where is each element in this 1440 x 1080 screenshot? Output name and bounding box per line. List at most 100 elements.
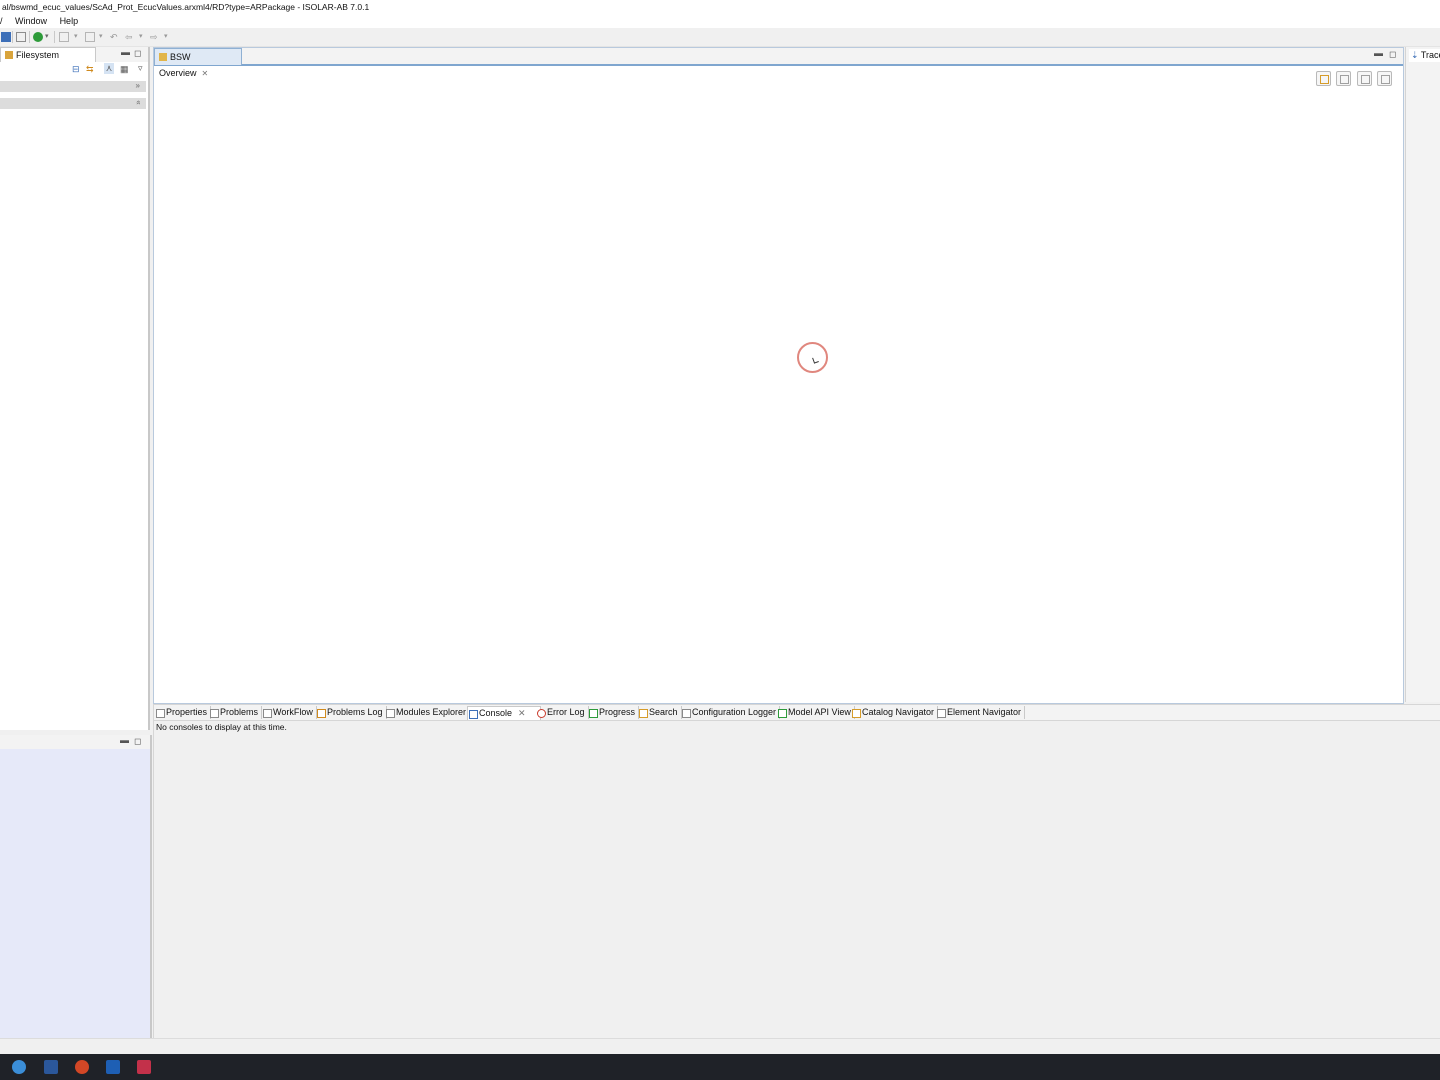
tab-model-api-view[interactable]: Model API View xyxy=(777,706,855,719)
tab-error-log[interactable]: Error Log xyxy=(536,706,589,719)
tab-modules-explorer[interactable]: Modules Explorer xyxy=(385,706,471,719)
right-panel: ⇣ Trace xyxy=(1405,47,1440,702)
maximize-icon[interactable]: ◻ xyxy=(1389,49,1396,60)
tab-element-navigator[interactable]: Element Navigator xyxy=(936,706,1026,719)
tab-label: WorkFlow xyxy=(273,707,313,717)
expand-icon[interactable] xyxy=(1336,71,1351,86)
tab-problems[interactable]: Problems xyxy=(209,706,263,719)
toolbar-separator xyxy=(29,31,30,43)
tab-label: Problems xyxy=(220,707,259,717)
editor-area: BSW Overview ✕ ▬ ◻ xyxy=(153,47,1404,704)
modules-icon xyxy=(386,709,395,718)
tab-workflow[interactable]: WorkFlow xyxy=(262,706,317,719)
bottom-tabs: Properties Problems WorkFlow Problems Lo… xyxy=(154,705,1440,721)
bottom-panel: Properties Problems WorkFlow Problems Lo… xyxy=(153,704,1440,1040)
save-icon[interactable] xyxy=(16,32,26,42)
cursor-highlight xyxy=(797,342,828,373)
chevron-down-icon[interactable]: ▾ xyxy=(139,32,144,42)
forward-icon[interactable]: ⇨ xyxy=(150,32,160,42)
status-bar xyxy=(0,1038,1440,1055)
view-icon[interactable]: ▦ xyxy=(120,64,129,75)
close-icon[interactable]: ✕ xyxy=(202,69,209,78)
logger-icon xyxy=(682,709,691,718)
tab-filesystem-navigator[interactable]: Filesystem Navigator xyxy=(0,47,96,75)
menu-item-window[interactable]: Window xyxy=(15,14,47,28)
chevron-down-icon[interactable]: ▾ xyxy=(164,32,169,42)
tab-label: Error Log xyxy=(547,707,585,717)
word-icon[interactable] xyxy=(44,1060,58,1074)
left-panel-tabs: Filesystem Navigator ▬ ◻ xyxy=(0,47,148,75)
tab-trace[interactable]: ⇣ Trace xyxy=(1409,49,1440,62)
left-panel-toolbar: ⊟ ⇆ ⋏ ▦ ▿ xyxy=(0,62,148,76)
search-icon xyxy=(639,709,648,718)
minimize-icon[interactable]: ▬ xyxy=(1374,48,1383,58)
tool-icon[interactable] xyxy=(85,32,95,42)
progress-icon xyxy=(589,709,598,718)
collapse-all-icon[interactable]: ⊟ xyxy=(72,64,80,75)
debug-icon[interactable] xyxy=(59,32,69,42)
tab-label: Element Navigator xyxy=(947,707,1022,717)
window-title: al/bswmd_ecuc_values/ScAd_Prot_EcucValue… xyxy=(0,0,1440,14)
toolbar-icon[interactable] xyxy=(1,32,11,42)
terminal-icon[interactable] xyxy=(106,1060,120,1074)
tab-progress[interactable]: Progress xyxy=(588,706,640,719)
left-bottom-panel: ▬ ◻ xyxy=(0,735,152,1038)
workflow-icon xyxy=(263,709,272,718)
toolbar-separator xyxy=(54,31,55,43)
tab-label: Configuration Logger xyxy=(692,707,777,717)
collapse-icon[interactable]: » xyxy=(133,100,142,104)
trace-icon: ⇣ xyxy=(1411,50,1421,60)
menubar: / Window Help xyxy=(0,14,1440,28)
link-editor-icon[interactable]: ⇆ xyxy=(86,64,94,75)
tab-problems-log[interactable]: Problems Log xyxy=(316,706,387,719)
console-icon xyxy=(469,710,478,719)
collapsed-section-header[interactable]: » xyxy=(0,81,146,92)
tab-label: Console xyxy=(479,708,513,718)
chevron-down-icon[interactable]: ▾ xyxy=(99,32,104,42)
chevron-down-icon[interactable]: ▾ xyxy=(45,32,50,42)
close-icon[interactable]: ✕ xyxy=(518,708,526,718)
overview-icon xyxy=(159,53,167,61)
collapse-icon[interactable] xyxy=(1357,71,1372,86)
menu-item-truncated[interactable]: / xyxy=(0,14,3,28)
left-panel: Filesystem Navigator ▬ ◻ ⊟ ⇆ ⋏ ▦ ▿ » » xyxy=(0,47,150,730)
tab-console[interactable]: Console ✕ xyxy=(467,706,541,720)
powerpoint-icon[interactable] xyxy=(75,1060,89,1074)
tab-configuration-logger[interactable]: Configuration Logger xyxy=(681,706,781,719)
fit-icon[interactable] xyxy=(1377,71,1392,86)
app-icon[interactable] xyxy=(12,1060,26,1074)
maximize-icon[interactable]: ◻ xyxy=(134,48,141,59)
calendar-icon[interactable] xyxy=(137,1060,151,1074)
minimize-icon[interactable]: ▬ xyxy=(120,735,129,745)
back-edit-icon[interactable]: ↶ xyxy=(110,32,120,42)
tab-label: Modules Explorer xyxy=(396,707,467,717)
collapsed-section-header[interactable]: » xyxy=(0,98,146,109)
view-menu-icon[interactable]: ▿ xyxy=(138,63,143,74)
tab-properties[interactable]: Properties xyxy=(155,706,212,719)
tab-search[interactable]: Search xyxy=(638,706,682,719)
properties-icon xyxy=(156,709,165,718)
tab-bsw-overview[interactable]: BSW Overview ✕ xyxy=(154,48,242,78)
expand-icon[interactable]: » xyxy=(136,81,140,90)
tab-label: Progress xyxy=(599,707,636,717)
tab-label: Search xyxy=(649,707,678,717)
tab-label: Trace xyxy=(1420,50,1440,60)
maximize-icon[interactable]: ◻ xyxy=(134,736,141,747)
editor-tabs: BSW Overview ✕ ▬ ◻ xyxy=(154,48,1403,78)
refresh-icon[interactable] xyxy=(1316,71,1331,86)
problems-icon xyxy=(210,709,219,718)
menu-item-help[interactable]: Help xyxy=(60,14,79,28)
chevron-down-icon[interactable]: ▾ xyxy=(74,32,79,42)
tab-label: Problems Log xyxy=(327,707,383,717)
tab-label: Catalog Navigator xyxy=(862,707,935,717)
tab-catalog-navigator[interactable]: Catalog Navigator xyxy=(851,706,939,719)
catalog-icon xyxy=(852,709,861,718)
tab-label: Model API View xyxy=(788,707,851,717)
main-toolbar: ▾ ▾ ▾ ↶ ⇦ ▾ ⇨ ▾ xyxy=(0,28,1440,47)
run-icon[interactable] xyxy=(33,32,43,42)
problems-log-icon xyxy=(317,709,326,718)
back-icon[interactable]: ⇦ xyxy=(125,32,135,42)
filter-icon[interactable]: ⋏ xyxy=(104,63,114,74)
tab-label: Properties xyxy=(166,707,208,717)
minimize-icon[interactable]: ▬ xyxy=(121,47,130,57)
